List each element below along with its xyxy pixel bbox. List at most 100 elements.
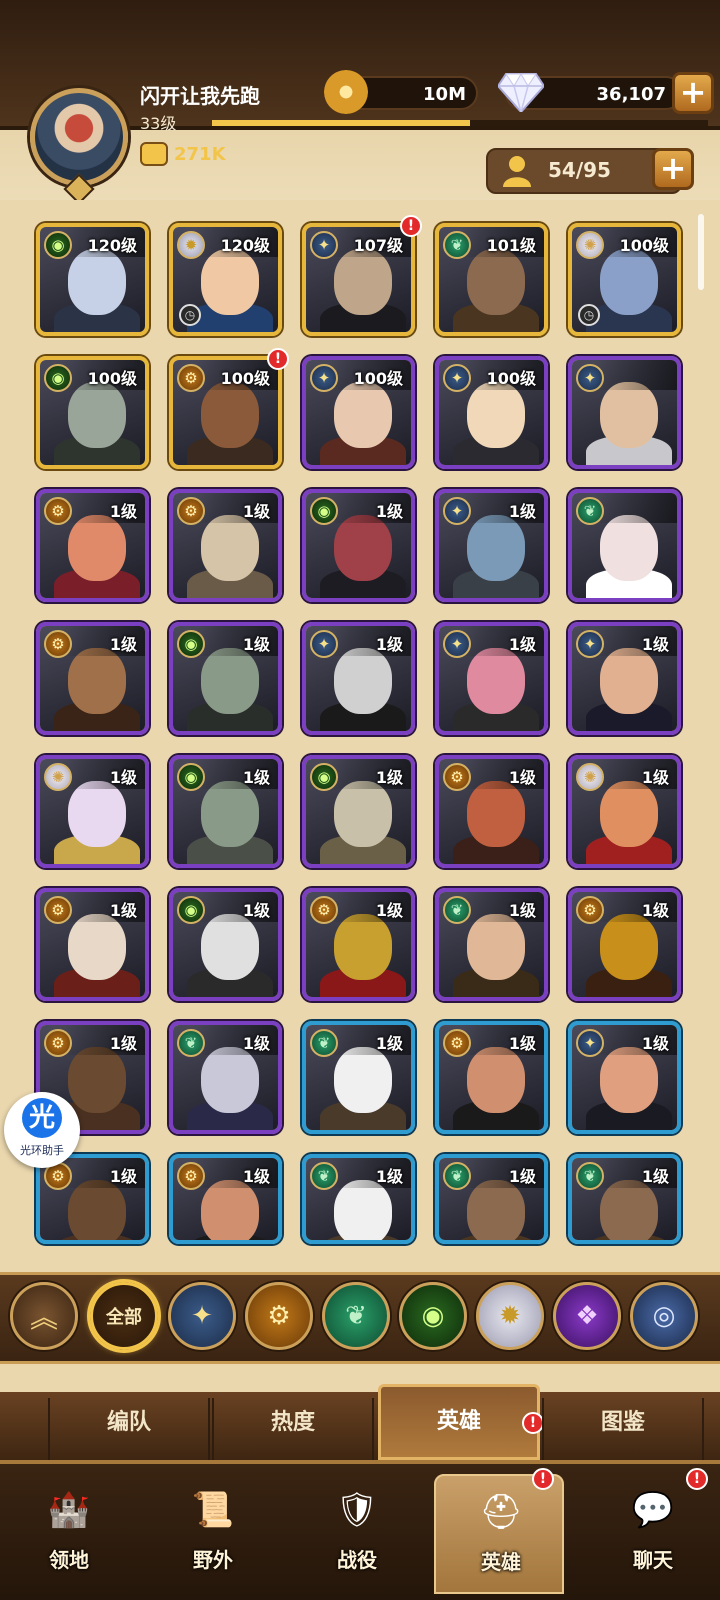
hero-card[interactable]: ⚙ 1级 [36, 1154, 149, 1244]
filter-all-button[interactable]: 全部 [90, 1282, 158, 1350]
roster-count: 54/95 [548, 158, 611, 182]
hero-card[interactable]: ⚙ 1级 [36, 622, 149, 735]
nav-campaign-shield[interactable]: 🛡 战役 [292, 1474, 422, 1594]
celestial-faction-icon: ✺ [44, 763, 72, 791]
hero-level: 1级 [109, 1167, 137, 1186]
helper-floating-button[interactable]: 光 光环助手 [4, 1092, 80, 1168]
hero-card[interactable]: ✺ 1级 [36, 755, 149, 868]
scrollbar[interactable] [698, 214, 704, 290]
hero-level: 1级 [109, 635, 137, 654]
hero-portrait-head [68, 249, 126, 315]
nav-castle[interactable]: 🏰 领地 [4, 1474, 134, 1594]
nav-helmet[interactable]: ⛑ 英雄 [434, 1474, 564, 1594]
double-chevron-up-icon[interactable]: ︽ [10, 1282, 78, 1350]
graveborn-faction-icon: ◉ [310, 497, 338, 525]
hero-card[interactable]: ◉ 1级 [302, 755, 415, 868]
hero-level: 1级 [375, 1034, 403, 1053]
hero-card[interactable]: ⚙ 1级 [169, 1154, 282, 1244]
subtab-label: 编队 [106, 1410, 151, 1435]
hero-card[interactable]: ⚙ 1级 [169, 489, 282, 602]
hero-portrait-head [600, 515, 658, 581]
subtab-3[interactable]: 图鉴 [542, 1398, 704, 1460]
hero-card[interactable]: ◉ 100级 [36, 356, 149, 469]
hero-portrait-head [467, 382, 525, 448]
lightbearer-faction-icon: ✦ [310, 630, 338, 658]
hero-level: 100级 [87, 369, 137, 388]
graveborn-faction-icon: ◉ [44, 364, 72, 392]
lightbearer-faction-icon: ✦ [443, 497, 471, 525]
hero-card[interactable]: ⚙ 1级 [568, 888, 681, 1001]
subtab-2[interactable]: 英雄 [378, 1384, 540, 1460]
hero-level-backdrop [595, 360, 677, 390]
filter-lightbearer-button[interactable]: ✦ [168, 1282, 236, 1350]
player-level: 33级 [140, 114, 177, 133]
hero-card[interactable]: ✦ 100级 [302, 356, 415, 469]
filter-graveborn-button[interactable]: ◉ [399, 1282, 467, 1350]
hero-card[interactable]: ❦ 1级 [435, 1154, 548, 1244]
combat-power: 271K [174, 144, 226, 165]
hero-card[interactable]: ❦ [568, 489, 681, 602]
hero-card[interactable]: ✦ 1级 [302, 622, 415, 735]
add-gems-button[interactable]: + [672, 72, 714, 114]
subtab-0[interactable]: 编队 [48, 1398, 210, 1460]
hero-level: 120级 [87, 236, 137, 255]
hero-card[interactable]: ⚙ 100级 [169, 356, 282, 469]
hero-level: 1级 [242, 768, 270, 787]
hero-card[interactable]: ✦ 1级 [435, 622, 548, 735]
hero-portrait-head [201, 648, 259, 714]
hero-card[interactable]: ✦ 1级 [568, 622, 681, 735]
hero-card[interactable]: ❦ 1级 [302, 1021, 415, 1134]
filter-hypogean-button[interactable]: ❖ [553, 1282, 621, 1350]
subtab-1[interactable]: 热度 [212, 1398, 374, 1460]
filter-wilder-button[interactable]: ❦ [322, 1282, 390, 1350]
nav-scroll-map[interactable]: 📜 野外 [148, 1474, 278, 1594]
hero-level: 1级 [375, 502, 403, 521]
hero-card[interactable]: ✦ 100级 [435, 356, 548, 469]
hero-card[interactable]: ◉ 1级 [169, 755, 282, 868]
gold-amount: 10M [423, 84, 466, 105]
hero-card[interactable]: ◉ 1级 [169, 888, 282, 1001]
hero-card[interactable]: ◉ 120级 [36, 223, 149, 336]
hero-card[interactable]: ◉ 1级 [302, 489, 415, 602]
hero-card[interactable]: ✦ 1级 [568, 1021, 681, 1134]
filter-dimensional-button[interactable]: ◎ [630, 1282, 698, 1350]
hero-card[interactable]: ❦ 1级 [435, 888, 548, 1001]
hero-card[interactable]: ❦ 101级 [435, 223, 548, 336]
nav-chat-bubble[interactable]: 💬 聊天 [588, 1474, 718, 1594]
fist-icon [140, 142, 168, 166]
wilder-faction-icon: ❦ [443, 896, 471, 924]
alert-badge-icon: ! [522, 1412, 544, 1434]
celestial-faction-icon: ✺ [576, 231, 604, 259]
graveborn-faction-icon: ◉ [44, 231, 72, 259]
hero-portrait-head [201, 515, 259, 581]
hero-card[interactable]: ⚙ 1级 [36, 888, 149, 1001]
hero-card[interactable]: ⚙ 1级 [302, 888, 415, 1001]
filter-celestial-button[interactable]: ✹ [476, 1282, 544, 1350]
hero-card[interactable]: ❦ 1级 [169, 1021, 282, 1134]
hero-portrait-head [467, 781, 525, 847]
hero-card[interactable]: ✦ 107级 [302, 223, 415, 336]
hero-card[interactable]: ✹ 120级 ◷ [169, 223, 282, 336]
hero-card[interactable]: ✦ [568, 356, 681, 469]
filter-mauler-button[interactable]: ⚙ [245, 1282, 313, 1350]
alert-badge-icon: ! [267, 348, 289, 370]
expand-roster-button[interactable]: + [652, 148, 694, 190]
hero-card[interactable]: ❦ 1级 [302, 1154, 415, 1244]
hero-card[interactable]: ⚙ 1级 [435, 1021, 548, 1134]
player-avatar[interactable] [30, 88, 128, 186]
hero-card[interactable]: ✦ 1级 [435, 489, 548, 602]
hero-card[interactable]: ⚙ 1级 [435, 755, 548, 868]
hero-portrait-head [467, 648, 525, 714]
hero-card[interactable]: ✺ 1级 [568, 755, 681, 868]
hero-card[interactable]: ✺ 100级 ◷ [568, 223, 681, 336]
hero-portrait-head [600, 382, 658, 448]
hero-level: 1级 [508, 502, 536, 521]
hero-level: 100级 [353, 369, 403, 388]
hero-card[interactable]: ⚙ 1级 [36, 489, 149, 602]
hero-level: 101级 [486, 236, 536, 255]
wilder-faction-icon: ❦ [310, 1029, 338, 1057]
hero-card[interactable]: ❦ 1级 [568, 1154, 681, 1244]
hero-card[interactable]: ◉ 1级 [169, 622, 282, 735]
hero-level: 1级 [242, 1034, 270, 1053]
helmet-icon: ⛑ [479, 1492, 523, 1532]
